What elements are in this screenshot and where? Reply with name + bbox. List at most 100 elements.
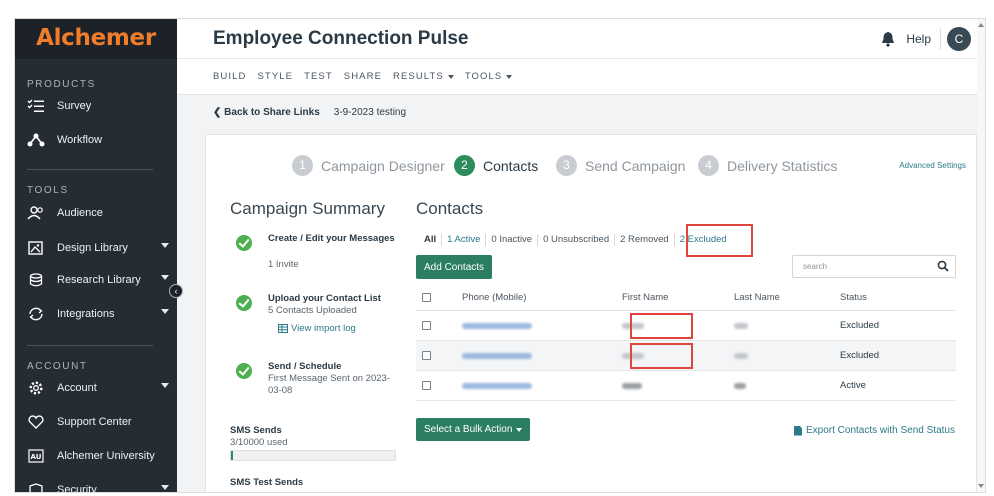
section-label-products: PRODUCTS [27, 79, 96, 90]
step-number: 2 [454, 155, 475, 176]
filter-active[interactable]: 1 Active [442, 234, 487, 246]
select-all-checkbox[interactable] [422, 293, 431, 302]
campaign-summary-title: Campaign Summary [230, 199, 385, 218]
step-label: Contacts [483, 157, 539, 174]
view-import-log-link[interactable]: View import log [278, 323, 356, 334]
campaign-name: 3-9-2023 testing [333, 106, 407, 118]
export-contacts-link[interactable]: Export Contacts with Send Status [794, 425, 955, 436]
top-header: Employee Connection Pulse Help C [177, 19, 985, 59]
chevron-down-icon[interactable] [161, 243, 169, 248]
column-status[interactable]: Status [840, 285, 867, 310]
step-number: 3 [556, 155, 577, 176]
breadcrumb: ❮ Back to Share Links 3-9-2023 testing [177, 95, 985, 129]
last-name-redacted [734, 352, 748, 359]
excluded-status-highlight [630, 313, 693, 339]
check-circle-icon [236, 295, 252, 311]
sidebar-item-label: Survey [57, 100, 92, 112]
chevron-down-icon[interactable] [161, 485, 169, 490]
column-first-name[interactable]: First Name [622, 285, 668, 310]
section-label-tools: TOOLS [27, 185, 69, 196]
chevron-down-icon[interactable] [161, 309, 169, 314]
summary-detail: 5 Contacts Uploaded [268, 305, 357, 316]
main-menu: BUILD STYLE TEST SHARE RESULTS TOOLS [177, 59, 985, 95]
menu-style[interactable]: STYLE [257, 71, 293, 82]
campaign-card: 1 Campaign Designer 2 Contacts 3 Send Ca… [205, 134, 977, 492]
step-contacts[interactable]: 2 Contacts [454, 155, 538, 176]
alchemer-logo[interactable]: Alchemer [15, 19, 177, 59]
sidebar-collapse-button[interactable]: ‹ [169, 284, 183, 298]
sidebar-item-label: Account [57, 382, 97, 394]
bulk-action-label: Select a Bulk Action [424, 424, 513, 435]
phone-redacted [462, 352, 532, 359]
sidebar-item-audience[interactable]: Audience [25, 202, 165, 224]
table-row[interactable]: Active [416, 371, 956, 401]
chevron-down-icon[interactable] [161, 383, 169, 388]
sidebar-item-design-library[interactable]: Design Library [25, 237, 169, 259]
sidebar-item-support-center[interactable]: Support Center [25, 411, 165, 433]
sidebar-item-account[interactable]: Account [25, 377, 169, 399]
page-title: Employee Connection Pulse [213, 28, 469, 49]
sidebar-item-integrations[interactable]: Integrations [25, 303, 169, 325]
summary-heading: Create / Edit your Messages [268, 233, 395, 244]
summary-heading: Send / Schedule [268, 361, 342, 372]
sidebar-item-label: Audience [57, 207, 103, 219]
menu-results[interactable]: RESULTS [393, 71, 454, 82]
row-checkbox[interactable] [422, 321, 431, 330]
menu-tools[interactable]: TOOLS [465, 71, 513, 82]
back-to-share-links-link[interactable]: ❮ Back to Share Links [213, 107, 320, 118]
row-checkbox[interactable] [422, 351, 431, 360]
sidebar-item-label: Integrations [57, 308, 115, 320]
column-last-name[interactable]: Last Name [734, 285, 780, 310]
page-scrollbar[interactable] [977, 19, 985, 492]
filter-all[interactable]: All [424, 234, 443, 246]
add-contacts-button[interactable]: Add Contacts [416, 255, 493, 279]
help-link[interactable]: Help [906, 32, 931, 46]
avatar[interactable]: C [947, 27, 971, 51]
sidebar: Alchemer PRODUCTS Survey Workflow TOOLS … [15, 19, 177, 492]
sidebar-item-survey[interactable]: Survey [25, 95, 165, 117]
first-name-redacted [622, 382, 642, 389]
scroll-down-icon[interactable] [978, 484, 984, 488]
sidebar-item-workflow[interactable]: Workflow [25, 129, 165, 151]
search-icon[interactable] [937, 260, 949, 272]
last-name-redacted [734, 382, 746, 389]
summary-detail: First Message Sent on 2023-03-08 [268, 373, 390, 396]
step-campaign-designer[interactable]: 1 Campaign Designer [292, 155, 445, 176]
last-name-redacted [734, 322, 748, 329]
sync-icon [25, 306, 47, 322]
scroll-up-icon[interactable] [978, 23, 984, 27]
sidebar-item-alchemer-university[interactable]: AU Alchemer University [25, 445, 165, 467]
menu-test[interactable]: TEST [304, 71, 333, 82]
section-label-account: ACCOUNT [27, 361, 88, 372]
sidebar-item-label: Design Library [57, 242, 128, 254]
column-phone[interactable]: Phone (Mobile) [462, 285, 526, 310]
filter-unsubscribed[interactable]: 0 Unsubscribed [538, 234, 616, 246]
header-divider [940, 28, 941, 50]
search-input[interactable]: search [792, 255, 956, 278]
bulk-action-button[interactable]: Select a Bulk Action [416, 418, 531, 441]
step-number: 1 [292, 155, 313, 176]
image-icon [25, 240, 47, 256]
checklist-icon [25, 98, 47, 114]
sidebar-item-security[interactable]: Security [25, 479, 169, 492]
menu-build[interactable]: BUILD [213, 71, 246, 82]
svg-text:AU: AU [31, 453, 42, 461]
chevron-down-icon[interactable] [161, 275, 169, 280]
file-icon [794, 425, 802, 436]
step-delivery-statistics[interactable]: 4 Delivery Statistics [698, 155, 837, 176]
sidebar-item-label: Alchemer University [57, 450, 155, 462]
app-window: Alchemer PRODUCTS Survey Workflow TOOLS … [14, 18, 986, 493]
menu-share[interactable]: SHARE [344, 71, 382, 82]
sidebar-item-research-library[interactable]: Research Library [25, 269, 169, 291]
step-send-campaign[interactable]: 3 Send Campaign [556, 155, 685, 176]
filter-removed[interactable]: 2 Removed [615, 234, 675, 246]
contacts-title: Contacts [416, 199, 484, 218]
chevron-down-icon [516, 427, 523, 432]
audience-icon [25, 205, 47, 221]
filter-inactive[interactable]: 0 Inactive [486, 234, 539, 246]
advanced-settings-link[interactable]: Advanced Settings [899, 161, 966, 170]
sms-test-sends-label: SMS Test Sends [230, 477, 304, 488]
campaign-steps: 1 Campaign Designer 2 Contacts 3 Send Ca… [206, 155, 976, 177]
bell-icon[interactable] [881, 31, 895, 47]
row-checkbox[interactable] [422, 381, 431, 390]
